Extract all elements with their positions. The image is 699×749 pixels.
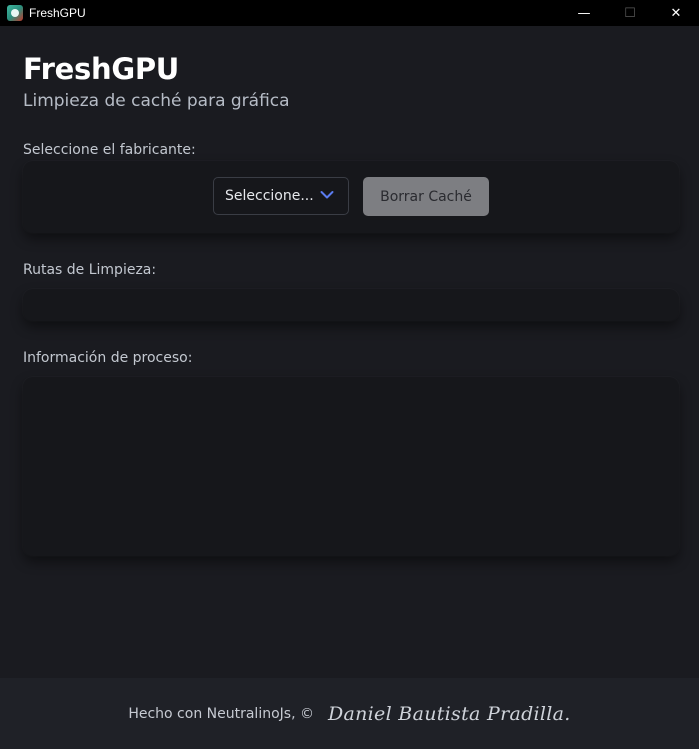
window-titlebar: FreshGPU — ☐ ✕ [0,0,699,26]
page-subtitle: Limpieza de caché para gráfica [23,91,290,111]
paths-label: Rutas de Limpieza: [23,262,157,278]
manufacturer-label: Seleccione el fabricante: [23,142,196,158]
app-icon [7,5,23,21]
clear-cache-button[interactable]: Borrar Caché [363,177,489,216]
footer: Hecho con NeutralinoJs, © Daniel Bautist… [0,678,699,749]
manufacturer-panel: Seleccione... Borrar Caché [23,161,679,233]
window-title: FreshGPU [29,6,86,20]
manufacturer-select[interactable]: Seleccione... [213,177,349,215]
maximize-button[interactable]: ☐ [607,0,653,26]
page-title: FreshGPU [23,52,180,86]
footer-signature: Daniel Bautista Pradilla. [327,702,571,725]
close-button[interactable]: ✕ [653,0,699,26]
process-label: Información de proceso: [23,350,193,366]
footer-text: Hecho con NeutralinoJs, © [128,705,314,722]
paths-panel [23,289,679,321]
process-panel [23,377,679,556]
manufacturer-select-value: Seleccione... [225,188,314,204]
chevron-down-icon [320,191,334,199]
minimize-button[interactable]: — [561,0,607,26]
window-controls: — ☐ ✕ [561,0,699,26]
